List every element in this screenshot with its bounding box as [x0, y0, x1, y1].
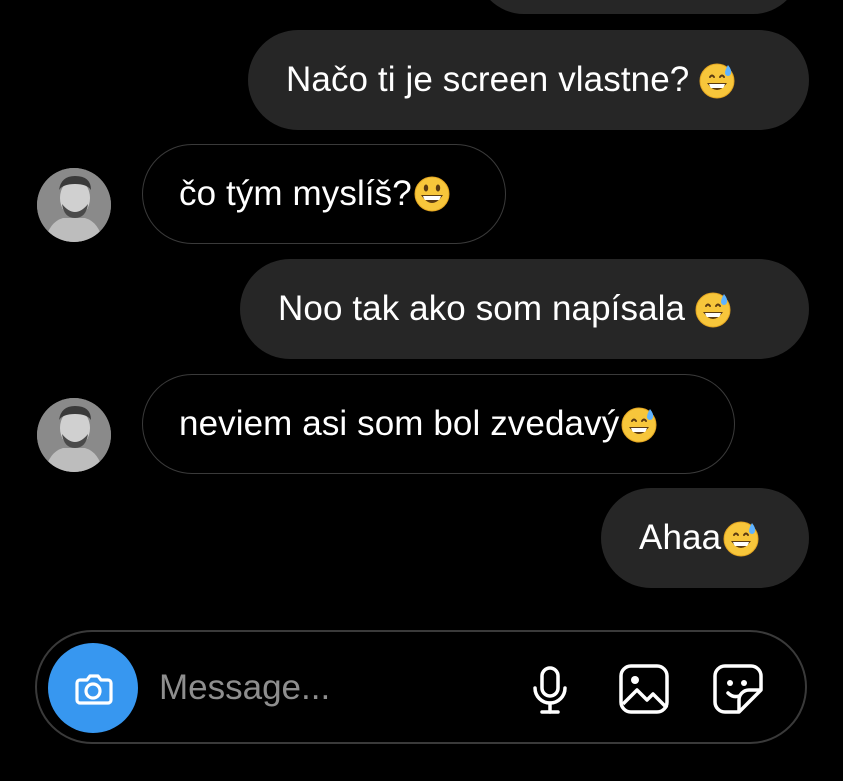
message-bubble-sent[interactable]: Ahaa — [601, 488, 809, 588]
message-text: Ahaa — [639, 518, 722, 557]
grinning-emoji — [412, 174, 452, 214]
message-text: čo tým myslíš? — [179, 174, 412, 213]
microphone-icon — [533, 666, 567, 714]
grinning-sweat-emoji — [693, 289, 733, 329]
message-bubble-received[interactable]: čo tým myslíš? — [142, 144, 506, 244]
message-bubble-sent[interactable] — [476, 0, 801, 14]
sticker-icon — [713, 664, 763, 714]
chat-screen: Načo ti je screen vlastne? čo tým myslíš… — [0, 0, 843, 781]
message-input[interactable]: Message... — [159, 668, 330, 708]
camera-button[interactable] — [48, 643, 138, 733]
avatar[interactable] — [37, 398, 111, 472]
grinning-sweat-emoji — [697, 60, 737, 100]
message-text: Načo ti je screen vlastne? — [286, 60, 690, 99]
grinning-sweat-emoji — [721, 518, 761, 558]
sticker-button[interactable] — [711, 662, 765, 716]
microphone-button[interactable] — [523, 662, 577, 716]
image-icon — [619, 664, 669, 714]
gallery-button[interactable] — [617, 662, 671, 716]
message-text: Noo tak ako som napísala — [278, 289, 686, 328]
message-bubble-sent[interactable]: Načo ti je screen vlastne? — [248, 30, 809, 130]
message-bubble-sent[interactable]: Noo tak ako som napísala — [240, 259, 809, 359]
message-text: neviem asi som bol zvedavý — [179, 404, 620, 443]
avatar[interactable] — [37, 168, 111, 242]
camera-icon — [75, 674, 113, 705]
message-bubble-received[interactable]: neviem asi som bol zvedavý — [142, 374, 735, 474]
grinning-sweat-emoji — [619, 404, 659, 444]
message-composer: Message... — [35, 630, 807, 744]
